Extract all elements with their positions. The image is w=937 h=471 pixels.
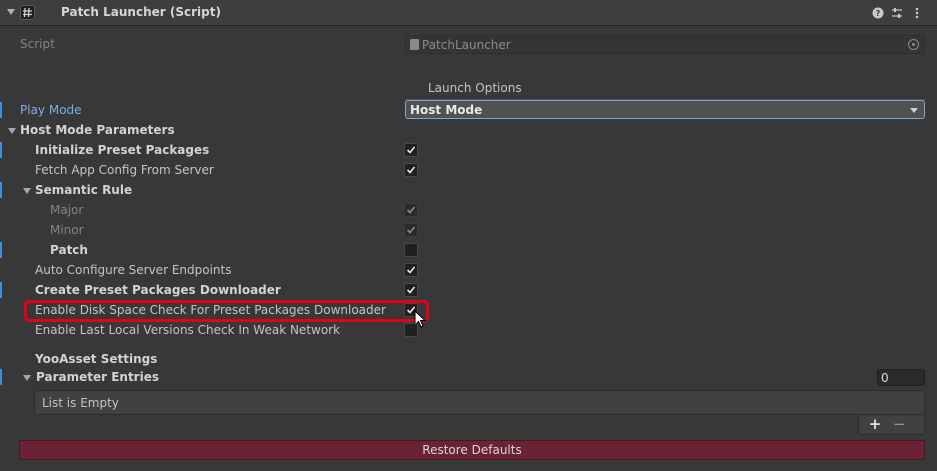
fetch-app-config-checkbox[interactable] [404, 163, 418, 177]
restore-defaults-button[interactable]: Restore Defaults [19, 440, 925, 460]
patch-label: Patch [50, 243, 88, 257]
check-icon [406, 226, 416, 234]
override-marker [0, 282, 2, 298]
object-picker-icon[interactable] [908, 39, 919, 50]
script-label: Script [20, 37, 55, 51]
component-header: Patch Launcher (Script) ? [0, 0, 937, 26]
play-mode-value: Host Mode [410, 103, 483, 117]
initialize-preset-checkbox[interactable] [404, 143, 418, 157]
check-icon [406, 286, 416, 294]
auto-configure-checkbox[interactable] [404, 263, 418, 277]
chevron-down-icon [910, 108, 918, 113]
auto-configure-label: Auto Configure Server Endpoints [35, 263, 232, 277]
override-marker [0, 182, 2, 198]
host-params-foldout-icon[interactable] [8, 128, 16, 134]
script-field[interactable]: PatchLauncher [405, 35, 925, 54]
override-marker [0, 369, 2, 385]
major-checkbox [404, 203, 418, 217]
last-local-versions-label: Enable Last Local Versions Check In Weak… [35, 323, 341, 337]
parameter-entries-list: List is Empty [34, 390, 925, 415]
minor-checkbox [404, 223, 418, 237]
minor-label: Minor [50, 223, 84, 237]
override-marker [0, 242, 2, 258]
last-local-versions-checkbox[interactable] [404, 323, 418, 337]
remove-element-button[interactable]: − [889, 415, 909, 434]
add-element-button[interactable]: + [865, 415, 885, 434]
foldout-arrow-icon[interactable] [7, 9, 15, 15]
check-icon [406, 266, 416, 274]
presets-icon[interactable] [890, 6, 904, 20]
patch-checkbox[interactable] [404, 243, 418, 257]
major-label: Major [50, 203, 84, 217]
list-footer: + − [858, 415, 925, 435]
play-mode-dropdown[interactable]: Host Mode [405, 100, 925, 119]
play-mode-label: Play Mode [20, 103, 82, 117]
create-downloader-label: Create Preset Packages Downloader [35, 283, 281, 297]
help-icon[interactable]: ? [871, 6, 885, 20]
svg-text:?: ? [876, 9, 881, 18]
semantic-rule-foldout-icon[interactable] [23, 188, 31, 194]
component-enabled-checkbox[interactable] [20, 5, 35, 20]
script-field-value: PatchLauncher [422, 38, 511, 52]
list-size-field[interactable]: 0 [877, 369, 925, 386]
yooasset-settings-label: YooAsset Settings [35, 352, 158, 366]
create-downloader-checkbox[interactable] [404, 283, 418, 297]
highlight-box [24, 300, 429, 322]
script-file-icon [410, 39, 419, 50]
list-size-value: 0 [881, 371, 889, 385]
list-empty-text: List is Empty [42, 396, 119, 410]
script-hash-icon [23, 7, 32, 18]
override-marker [0, 142, 2, 158]
check-icon [406, 206, 416, 214]
host-params-label[interactable]: Host Mode Parameters [20, 123, 175, 137]
semantic-rule-label[interactable]: Semantic Rule [35, 183, 132, 197]
check-icon [406, 166, 416, 174]
override-marker [0, 102, 2, 118]
component-title: Patch Launcher (Script) [61, 5, 221, 19]
fetch-app-config-label: Fetch App Config From Server [35, 163, 214, 177]
menu-icon[interactable] [910, 6, 924, 20]
parameter-entries-label[interactable]: Parameter Entries [36, 370, 159, 384]
check-icon [406, 146, 416, 154]
parameter-entries-foldout-icon[interactable] [23, 375, 31, 381]
section-title: Launch Options [428, 81, 522, 95]
initialize-preset-label: Initialize Preset Packages [35, 143, 210, 157]
